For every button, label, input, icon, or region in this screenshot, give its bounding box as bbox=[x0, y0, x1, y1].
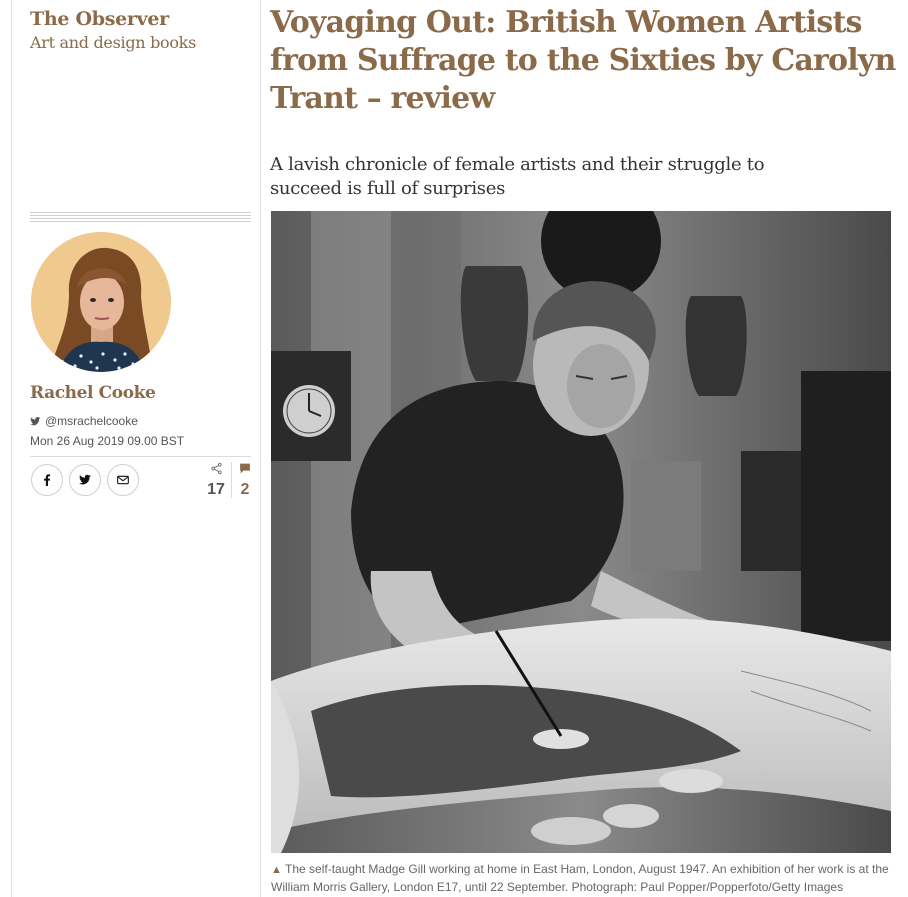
article-standfirst: A lavish chronicle of female artists and… bbox=[270, 154, 765, 199]
article-main-photo[interactable] bbox=[271, 211, 891, 853]
meta-divider-rules bbox=[30, 212, 251, 224]
caption-triangle-icon: ▲ bbox=[271, 864, 282, 876]
photo-illustration bbox=[271, 211, 891, 853]
article-headline: Voyaging Out: British Women Artists from… bbox=[270, 5, 896, 116]
twitter-bird-icon bbox=[30, 416, 41, 425]
publication-link[interactable]: The Observer bbox=[30, 8, 169, 30]
twitter-handle-text: @msrachelcooke bbox=[45, 414, 138, 428]
author-twitter-handle[interactable]: @msrachelcooke bbox=[30, 414, 138, 428]
comment-count-link[interactable]: 2 bbox=[236, 462, 254, 499]
share-twitter-button[interactable] bbox=[69, 464, 101, 496]
photo-caption: ▲ The self-taught Madge Gill working at … bbox=[271, 861, 891, 896]
author-avatar[interactable] bbox=[31, 232, 171, 372]
count-separator bbox=[231, 462, 232, 498]
section-link[interactable]: Art and design books bbox=[30, 33, 196, 52]
content-column-rule bbox=[260, 0, 261, 897]
author-name-link[interactable]: Rachel Cooke bbox=[30, 383, 156, 403]
share-email-button[interactable] bbox=[107, 464, 139, 496]
share-count-value: 17 bbox=[207, 481, 225, 498]
facebook-icon bbox=[44, 474, 51, 486]
publish-date: Mon 26 Aug 2019 09.00 BST bbox=[30, 434, 185, 448]
email-icon bbox=[117, 475, 129, 485]
left-column-rule bbox=[11, 0, 12, 897]
comment-count-value: 2 bbox=[240, 481, 250, 498]
twitter-icon bbox=[79, 474, 91, 485]
share-icon bbox=[210, 462, 222, 475]
comment-icon bbox=[240, 463, 250, 474]
share-facebook-button[interactable] bbox=[31, 464, 63, 496]
author-portrait bbox=[31, 232, 171, 372]
share-divider bbox=[30, 456, 251, 457]
share-count: 17 bbox=[204, 462, 228, 499]
photo-caption-text: The self-taught Madge Gill working at ho… bbox=[271, 862, 889, 894]
